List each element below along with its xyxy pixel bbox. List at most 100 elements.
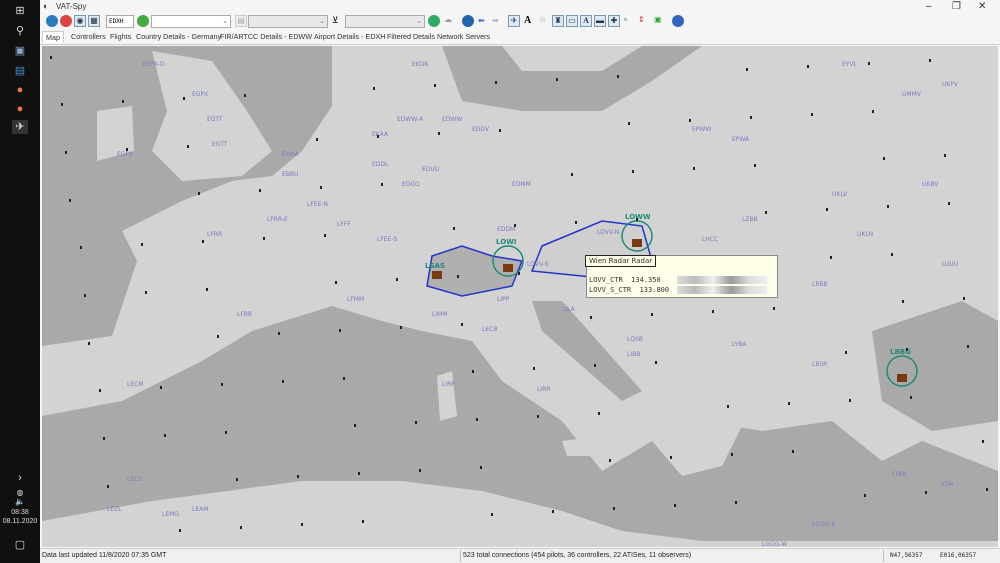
fir-label-icon[interactable]: ✚ [608,15,620,27]
fir-label[interactable]: EHAA [282,151,300,158]
aircraft-icon[interactable] [263,237,265,240]
aircraft-icon[interactable] [571,173,573,176]
fir-label[interactable]: UKLN [857,231,873,238]
fir-label[interactable]: LJLA [562,306,576,313]
aircraft-icon[interactable] [613,507,615,510]
aircraft-icon[interactable] [259,189,261,192]
aircraft-icon[interactable] [617,75,619,78]
fir-label[interactable]: UKFV [942,81,959,88]
search-combo[interactable]: ⌄ [151,15,231,28]
fir-label[interactable]: LFRR-E [267,216,288,223]
aircraft-icon[interactable] [754,164,756,167]
aircraft-icon[interactable] [807,65,809,68]
tab-map[interactable]: Map [42,31,64,43]
aircraft-icon[interactable] [963,297,965,300]
tab-fir-details[interactable]: FIR/ARTCC Details - EDWW [220,32,312,41]
clear-filter-icon[interactable]: ⊻ [332,15,339,26]
aircraft-icon[interactable] [278,332,280,335]
aircraft-icon[interactable] [343,377,345,380]
windows-icon[interactable]: ⊞ [12,4,28,18]
fir-label[interactable]: EKAA [372,131,389,138]
fir-label[interactable]: EGPX [117,151,133,158]
aircraft-icon[interactable] [400,326,402,329]
airport-label-icon[interactable]: A [580,15,592,27]
fir-label[interactable]: LFBB [237,311,252,318]
fir-label[interactable]: LQSB [627,336,643,343]
aircraft-icon[interactable] [324,234,326,237]
aircraft-icon[interactable] [244,94,246,97]
fir-label[interactable]: LZBB [742,216,758,223]
aircraft-icon[interactable] [864,494,866,497]
aircraft-icon[interactable] [674,504,676,507]
aircraft-icon[interactable] [887,205,889,208]
aircraft-icon[interactable] [107,485,109,488]
forward-arrow-icon[interactable]: ➡ [492,16,499,25]
go-button[interactable] [137,15,149,27]
aircraft-toggle-icon[interactable]: ✈ [508,15,520,27]
aircraft-icon[interactable] [122,100,124,103]
tab-controllers[interactable]: Controllers [71,32,106,41]
firefox-icon[interactable]: ● [12,103,28,117]
aircraft-icon[interactable] [556,78,558,81]
aircraft-icon[interactable] [883,157,885,160]
export-icon[interactable]: ▣ [654,15,662,24]
fir-label[interactable]: EDDL [372,161,389,168]
aircraft-icon[interactable] [773,307,775,310]
aircraft-icon[interactable] [316,138,318,141]
aircraft-icon[interactable] [598,412,600,415]
aircraft-icon[interactable] [929,59,931,62]
aircraft-icon[interactable] [206,288,208,291]
clock[interactable]: 08:38 08.11.2020 [0,508,40,526]
refresh-icon[interactable]: ◉ [74,15,86,27]
aircraft-icon[interactable] [434,84,436,87]
aircraft-icon[interactable] [868,62,870,65]
settings-icon[interactable]: ▦ [88,15,100,27]
fir-label[interactable]: LIMM [432,311,447,318]
fir-label[interactable]: LEZL [107,506,122,513]
fir-label[interactable]: LFEE-S [377,236,398,243]
maximize-button[interactable]: ❐ [952,1,961,12]
aircraft-icon[interactable] [183,97,185,100]
fir-label[interactable]: EDDV [472,126,490,133]
fir-label[interactable]: EDGG [402,181,420,188]
weather-icon[interactable]: ☁ [444,15,452,24]
aircraft-icon[interactable] [88,342,90,345]
aircraft-icon[interactable] [735,501,737,504]
fir-label[interactable]: EYVL [842,61,858,68]
search-icon[interactable]: ⚲ [12,24,28,38]
aircraft-icon[interactable] [731,453,733,456]
close-button[interactable]: ✕ [978,1,986,12]
tower-icon[interactable]: ♜ [552,15,564,27]
aircraft-icon[interactable] [891,253,893,256]
aircraft-icon[interactable] [160,386,162,389]
fir-label[interactable]: LFEE-N [307,201,328,208]
fir-label[interactable]: EGTT [207,116,223,123]
fir-label[interactable]: LEMG [162,511,179,518]
fir-label[interactable]: LIPP [497,296,510,303]
fir-label[interactable]: LIRP [442,381,455,388]
aircraft-icon[interactable] [354,424,356,427]
fir-icon[interactable]: ▬ [594,15,606,27]
aircraft-icon[interactable] [320,186,322,189]
fir-label[interactable]: EGPX-D [142,61,165,68]
fir-label[interactable]: EDWW-A [397,116,424,123]
fir-label[interactable]: LGGG-E [812,521,835,528]
aircraft-icon[interactable] [164,434,166,437]
aircraft-icon[interactable] [457,275,459,278]
aircraft-icon[interactable] [453,227,455,230]
aircraft-icon[interactable] [944,154,946,157]
fir-label[interactable]: EBBU [282,171,298,178]
aircraft-icon[interactable] [461,323,463,326]
fir-label[interactable]: LGGG-W [762,541,787,547]
fir-label[interactable]: LTAI [942,481,954,488]
aircraft-icon[interactable] [689,119,691,122]
aircraft-icon[interactable] [826,208,828,211]
aircraft-icon[interactable] [282,380,284,383]
store-icon[interactable]: ▤ [12,64,28,78]
aircraft-icon[interactable] [297,475,299,478]
aircraft-icon[interactable] [358,472,360,475]
aircraft-icon[interactable] [788,402,790,405]
fir-label[interactable]: LFMM [347,296,364,303]
fir-label[interactable]: LRBB [812,281,828,288]
explorer-icon[interactable]: ▣ [12,44,28,58]
